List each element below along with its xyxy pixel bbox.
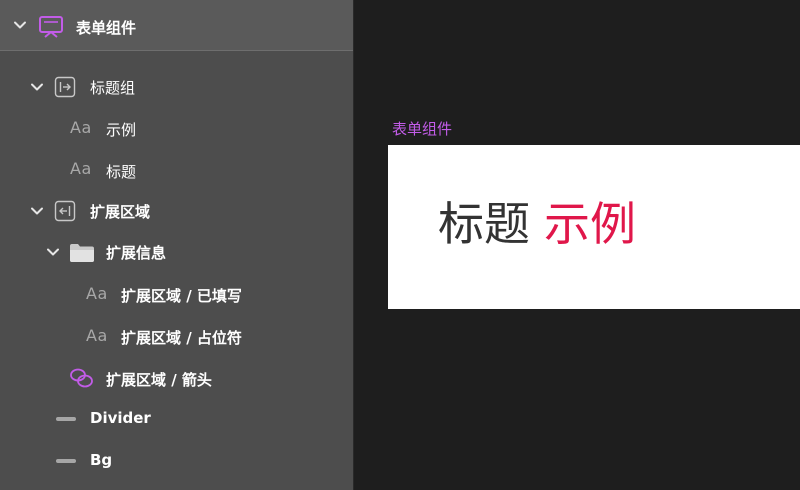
text-layer-icon: Aa <box>86 326 108 345</box>
layer-label: 示例 <box>106 121 137 139</box>
chevron-down-icon[interactable] <box>30 204 44 218</box>
folder-icon <box>69 243 95 263</box>
example-text[interactable]: 示例 <box>544 197 636 251</box>
layer-label: 标题组 <box>90 79 136 97</box>
chevron-down-icon[interactable] <box>30 80 44 94</box>
chevron-down-icon[interactable] <box>13 18 27 32</box>
layer-text-placeholder[interactable]: Aa 扩展区域 / 占位符 <box>0 317 353 355</box>
title-text[interactable]: 标题 <box>438 197 530 251</box>
layer-label: 表单组件 <box>76 19 137 37</box>
layer-label: Divider <box>90 409 151 427</box>
text-layer-icon: Aa <box>70 118 92 137</box>
layer-label: 扩展区域 / 箭头 <box>106 371 212 389</box>
layer-instance-arrow[interactable]: 扩展区域 / 箭头 <box>0 359 353 397</box>
line-layer-icon <box>56 417 76 421</box>
instance-link-icon <box>69 367 95 389</box>
frame-enter-icon <box>54 76 76 98</box>
layer-label: 扩展区域 <box>90 203 151 221</box>
layers-panel: 表单组件 标题组 Aa 示例 Aa 标题 扩展区域 扩展信息 Aa 扩展区域 /… <box>0 0 354 490</box>
layer-label: 标题 <box>106 163 137 181</box>
component-frame[interactable]: 标题 示例 <box>388 145 800 309</box>
layer-text-filled[interactable]: Aa 扩展区域 / 已填写 <box>0 275 353 313</box>
frame-name-label[interactable]: 表单组件 <box>392 118 452 139</box>
layer-text-title[interactable]: Aa 标题 <box>0 151 353 189</box>
line-layer-icon <box>56 459 76 463</box>
text-layer-icon: Aa <box>70 159 92 178</box>
frame-content: 标题 示例 <box>438 197 636 252</box>
text-layer-icon: Aa <box>86 284 108 303</box>
layer-bg[interactable]: Bg <box>0 442 353 480</box>
component-icon <box>38 14 64 40</box>
layer-label: Bg <box>90 451 113 469</box>
layer-text-example[interactable]: Aa 示例 <box>0 109 353 147</box>
layer-extension-area[interactable]: 扩展区域 <box>0 192 353 230</box>
frame-exit-icon <box>54 200 76 222</box>
layer-label: 扩展信息 <box>106 244 167 262</box>
layer-divider[interactable]: Divider <box>0 400 353 438</box>
layer-root-component[interactable]: 表单组件 <box>0 0 353 51</box>
layer-label: 扩展区域 / 占位符 <box>121 329 242 347</box>
layer-label: 扩展区域 / 已填写 <box>121 287 242 305</box>
chevron-down-icon[interactable] <box>46 245 60 259</box>
layer-extension-info-group[interactable]: 扩展信息 <box>0 233 353 271</box>
layer-title-group[interactable]: 标题组 <box>0 68 353 106</box>
